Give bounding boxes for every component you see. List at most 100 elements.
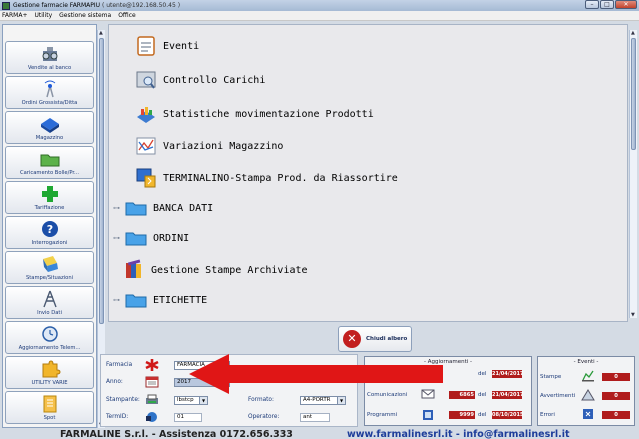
sidebar-item-interrogazioni[interactable]: ? Interrogazioni [5,216,94,249]
sidebar-item-label: Invio Dati [37,310,62,316]
programmi-date[interactable]: 08/10/2015 [492,411,523,419]
update-date[interactable]: 21/04/2017 [492,370,523,378]
sidebar-item-magazzino[interactable]: Magazzino [5,111,94,144]
title-bar: Gestione farmacie FARMAPIU ( utente@192.… [0,0,639,11]
formato-select[interactable]: A4-PORTR ▼ [300,396,346,405]
avvertimenti-label: Avvertimenti [540,393,576,399]
tree-item-gestione-stampe[interactable]: Gestione Stampe Archiviate [123,255,308,285]
error-icon [583,409,593,419]
sidebar: Vendite al banco Ordini Grossista/Ditta … [2,24,97,428]
sidebar-item-invio-dati[interactable]: Invio Dati [5,286,94,319]
scroll-down-arrow-icon[interactable]: ▼ [631,312,635,318]
operatore-field[interactable]: ant [300,413,330,422]
folder-icon [125,294,147,308]
tree-item-eventi[interactable]: Eventi [135,31,199,61]
programmi-label: Programmi [367,412,398,418]
mail-icon [421,389,435,399]
tree-item-ordini[interactable]: ⊶ ORDINI [113,223,189,253]
terminal-globe-icon [146,412,157,422]
maximize-button[interactable]: □ [600,0,614,9]
tree-item-statistiche[interactable]: Statistiche movimentazione Prodotti [135,99,374,129]
farmacia-select[interactable]: FARMACIA ▼ [174,361,230,370]
del-label: del [478,392,487,398]
comunicazioni-count[interactable]: 6865 [449,391,475,399]
anno-select[interactable]: 2017 ▼ [174,378,230,387]
sidebar-item-label: Magazzino [35,135,64,141]
sidebar-item-caricamento[interactable]: Caricamento Bolle/Pr... [5,146,94,179]
tree-item-controllo-carichi[interactable]: Controllo Carichi [135,65,265,95]
terminal-icon [136,168,156,188]
sidebar-item-label: Stampe/Situazioni [25,275,74,281]
notepad-icon [137,36,155,56]
comunicazioni-label: Comunicazioni [367,392,408,398]
sidebar-item-ordini[interactable]: Ordini Grossista/Ditta [5,76,94,109]
menu-office[interactable]: Office [118,12,136,19]
chevron-down-icon: ▼ [199,397,207,404]
sidebar-item-utility[interactable]: UTILITY VARIE [5,356,94,389]
tree-item-banca-dati[interactable]: ⊶ BANCA DATI [113,193,213,223]
chiudi-albero-button[interactable]: ✕ Chiudi albero [338,326,412,352]
tree-scrollbar[interactable]: ▲ ▼ [629,30,637,318]
scroll-up-arrow-icon[interactable]: ▲ [631,30,635,36]
programmi-count[interactable]: 9999 [449,411,475,419]
close-icon: ✕ [343,330,361,348]
sidebar-scroll-thumb[interactable] [99,38,104,324]
puzzle-icon [42,360,61,378]
folder-icon [40,154,60,167]
sidebar-item-stampe[interactable]: Stampe/Situazioni [5,251,94,284]
stampante-select[interactable]: lbstcp ▼ [174,396,208,405]
chiudi-albero-label: Chiudi albero [366,336,408,342]
operatore-label: Operatore: [248,414,280,420]
stampante-label: Stampante: [106,397,140,403]
sidebar-item-aggiornamento[interactable]: Aggiornamento Telem... [5,321,94,354]
farmacia-label: Farmacia [106,362,133,368]
footer-website[interactable]: www.farmalinesrl.it - info@farmalinesrl.… [347,429,570,439]
menu-utility[interactable]: Utility [34,12,52,19]
tree-item-label: Eventi [163,40,200,52]
expand-toggle-icon[interactable]: ⊶ [113,204,120,212]
sidebar-item-label: Spot [43,415,56,421]
tree-scroll-thumb[interactable] [631,38,636,150]
sidebar-item-label: Aggiornamento Telem... [18,345,81,351]
menu-farma[interactable]: FARMA+ [2,12,27,19]
chevron-down-icon: ▼ [337,397,345,404]
avvertimenti-count[interactable]: 0 [602,392,630,400]
del-label: del [478,371,487,377]
question-icon: ? [42,221,58,237]
footer-assistance: FARMALINE S.r.l. - Assistenza 0172.656.3… [60,429,293,439]
config-panel: Farmacia FARMACIA ▼ Anno: 2017 ▼ Stampan… [100,354,358,427]
aggiornamenti-title: - Aggiornamenti - [423,359,473,365]
sidebar-item-tariffazione[interactable]: Tariffazione [5,181,94,214]
eventi-title: - Eventi - [573,359,599,365]
tree-item-terminalino[interactable]: TERMINALINO-Stampa Prod. da Riassortire [135,163,398,193]
tree-item-variazioni[interactable]: Variazioni Magazzino [135,131,283,161]
tree-item-label: Variazioni Magazzino [163,140,284,152]
folder-icon [125,232,147,246]
terminale-value: 01 [177,414,184,420]
minimize-button[interactable]: – [585,0,599,9]
tree-item-etichette[interactable]: ⊶ ETICHETTE [113,285,207,315]
sidebar-item-vendite[interactable]: Vendite al banco [5,41,94,74]
terminale-field[interactable]: 01 [174,413,202,422]
stampe-count[interactable]: 0 [602,373,630,381]
close-button[interactable]: ✕ [615,0,637,9]
warehouse-icon [41,118,59,133]
red-cross-icon [145,359,159,371]
menu-bar: FARMA+ Utility Gestione sistema Office [0,11,639,21]
expand-toggle-icon[interactable]: ⊶ [113,296,120,304]
menu-gestione-sistema[interactable]: Gestione sistema [59,12,111,19]
sidebar-item-label: Caricamento Bolle/Pr... [20,170,79,176]
anno-label: Anno: [106,379,123,385]
comunicazioni-date[interactable]: 21/04/2017 [492,391,523,399]
app-window: Gestione farmacie FARMAPIU ( utente@192.… [0,0,639,439]
sidebar-item-spot[interactable]: Spot [5,391,94,424]
window-title-user: ( utente@192.168.50.45 ) [101,2,181,9]
scroll-up-arrow-icon[interactable]: ▲ [99,30,103,36]
errori-count[interactable]: 0 [602,411,630,419]
expand-toggle-icon[interactable]: ⊶ [113,234,120,242]
window-title-text: Gestione farmacie FARMAPIU [13,2,101,9]
printer-icon [146,394,158,404]
chevron-down-icon: ▼ [221,379,229,386]
formato-label: Formato: [248,397,274,403]
del-label: del [478,412,487,418]
